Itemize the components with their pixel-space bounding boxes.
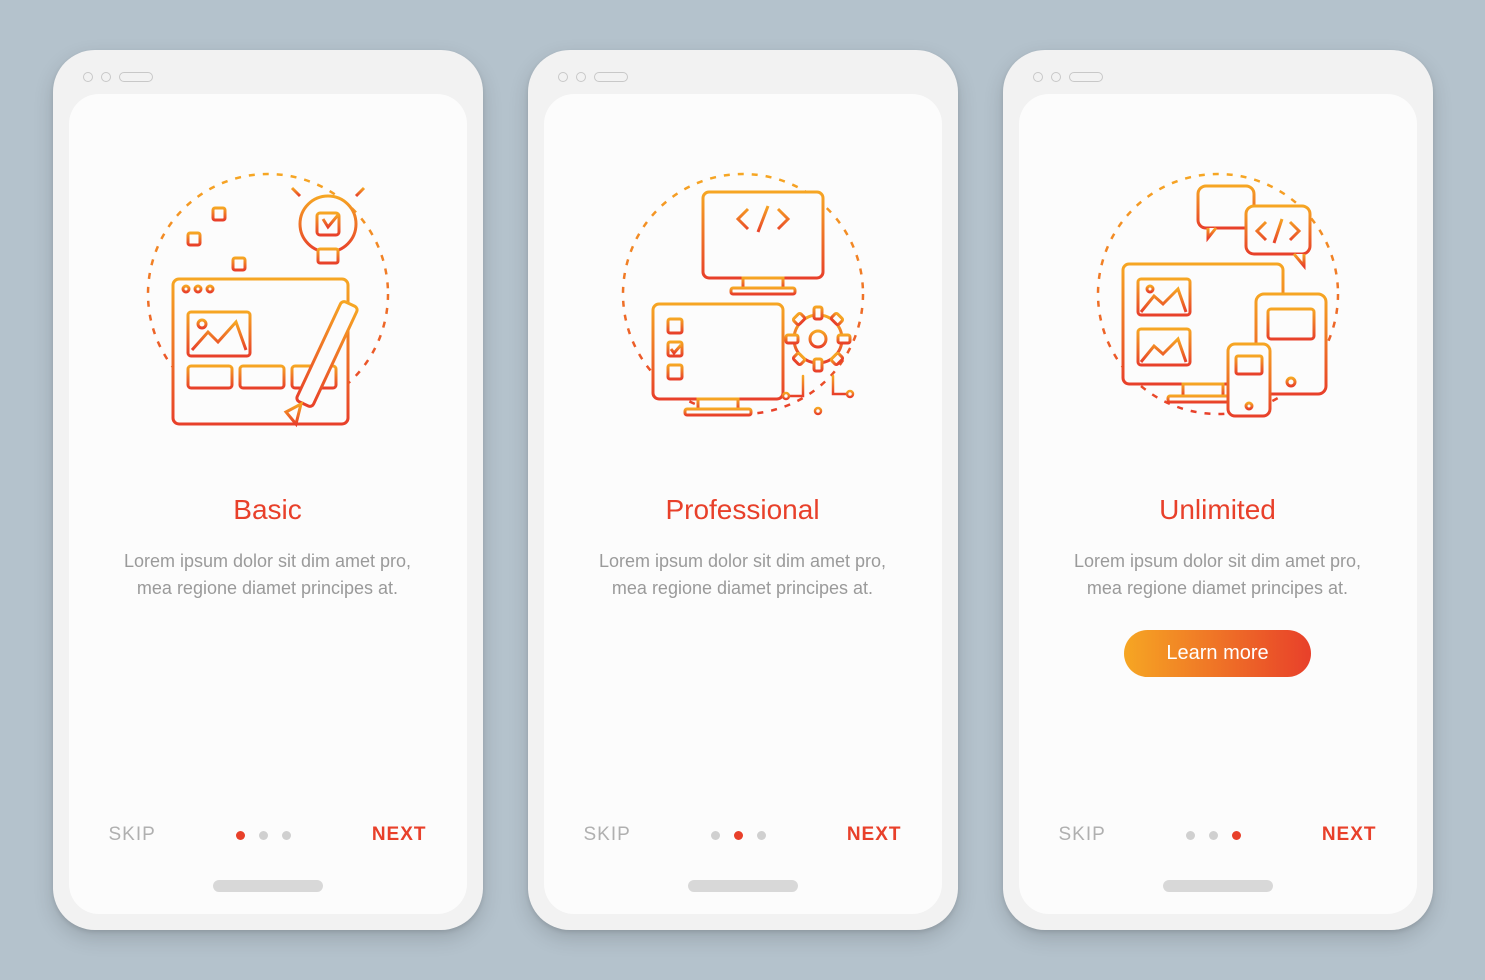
sliders-lightbulb-browser-pencil-icon bbox=[118, 154, 418, 454]
nav-bar: SKIP NEXT bbox=[544, 824, 942, 846]
learn-more-button[interactable]: Learn more bbox=[1124, 630, 1310, 677]
page-dot[interactable] bbox=[259, 831, 268, 840]
screen-title: Professional bbox=[665, 494, 819, 526]
next-button[interactable]: NEXT bbox=[1322, 824, 1377, 846]
page-indicator bbox=[711, 831, 766, 840]
devices-chat-code-icon bbox=[1068, 154, 1368, 454]
skip-button[interactable]: SKIP bbox=[1059, 824, 1106, 846]
page-dot[interactable] bbox=[1232, 831, 1241, 840]
screen-title: Unlimited bbox=[1159, 494, 1276, 526]
status-indicator bbox=[1019, 66, 1417, 94]
screen-description: Lorem ipsum dolor sit dim amet pro, mea … bbox=[1059, 548, 1377, 602]
page-indicator bbox=[1186, 831, 1241, 840]
code-monitor-checklist-gear-icon bbox=[593, 154, 893, 454]
onboarding-screen-unlimited: Unlimited Lorem ipsum dolor sit dim amet… bbox=[1019, 94, 1417, 914]
phone-frame: Unlimited Lorem ipsum dolor sit dim amet… bbox=[1003, 50, 1433, 930]
page-dot[interactable] bbox=[236, 831, 245, 840]
page-dot[interactable] bbox=[734, 831, 743, 840]
nav-bar: SKIP NEXT bbox=[1019, 824, 1417, 846]
home-indicator bbox=[688, 880, 798, 892]
page-dot[interactable] bbox=[757, 831, 766, 840]
page-dot[interactable] bbox=[711, 831, 720, 840]
home-indicator bbox=[1163, 880, 1273, 892]
onboarding-screen-professional: Professional Lorem ipsum dolor sit dim a… bbox=[544, 94, 942, 914]
status-indicator bbox=[69, 66, 467, 94]
phone-frame: Professional Lorem ipsum dolor sit dim a… bbox=[528, 50, 958, 930]
skip-button[interactable]: SKIP bbox=[584, 824, 631, 846]
status-indicator bbox=[544, 66, 942, 94]
onboarding-screen-basic: Basic Lorem ipsum dolor sit dim amet pro… bbox=[69, 94, 467, 914]
screen-description: Lorem ipsum dolor sit dim amet pro, mea … bbox=[584, 548, 902, 602]
page-dot[interactable] bbox=[1186, 831, 1195, 840]
page-dot[interactable] bbox=[1209, 831, 1218, 840]
page-indicator bbox=[236, 831, 291, 840]
next-button[interactable]: NEXT bbox=[372, 824, 427, 846]
next-button[interactable]: NEXT bbox=[847, 824, 902, 846]
home-indicator bbox=[213, 880, 323, 892]
phone-frame: Basic Lorem ipsum dolor sit dim amet pro… bbox=[53, 50, 483, 930]
skip-button[interactable]: SKIP bbox=[109, 824, 156, 846]
nav-bar: SKIP NEXT bbox=[69, 824, 467, 846]
screen-description: Lorem ipsum dolor sit dim amet pro, mea … bbox=[109, 548, 427, 602]
page-dot[interactable] bbox=[282, 831, 291, 840]
screen-title: Basic bbox=[233, 494, 301, 526]
